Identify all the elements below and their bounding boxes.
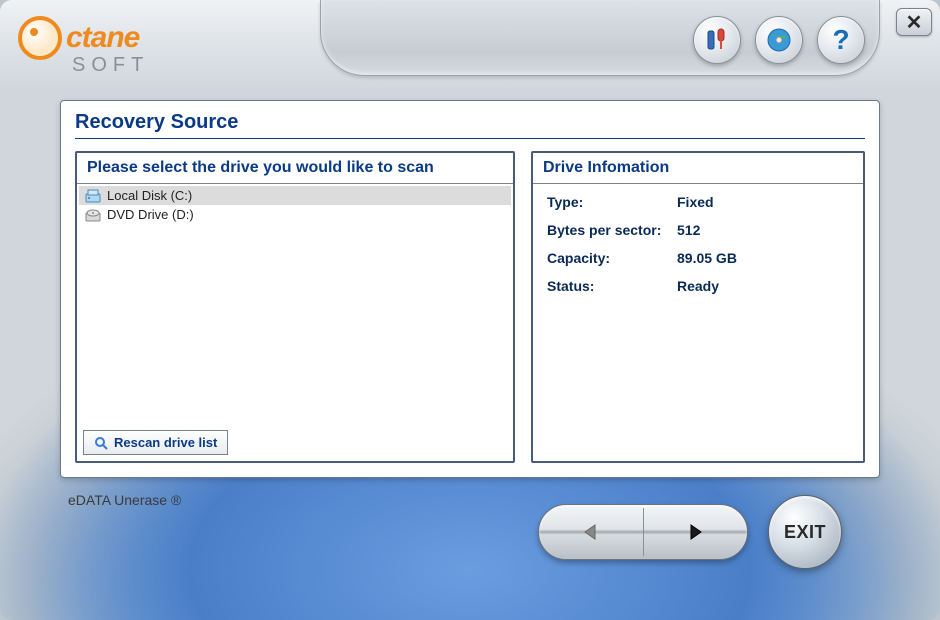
exit-label: EXIT bbox=[784, 522, 826, 543]
tools-button[interactable] bbox=[693, 16, 741, 64]
info-row-status: Status: Ready bbox=[547, 278, 849, 294]
info-panel-header: Drive Infomation bbox=[533, 153, 863, 184]
info-label: Status: bbox=[547, 278, 677, 294]
header-buttons: ? bbox=[693, 16, 865, 64]
help-icon: ? bbox=[832, 24, 849, 56]
drive-info-panel: Drive Infomation Type: Fixed Bytes per s… bbox=[531, 151, 865, 463]
drive-select-panel: Please select the drive you would like t… bbox=[75, 151, 515, 463]
hdd-icon bbox=[85, 189, 101, 203]
main-panel: Recovery Source Please select the drive … bbox=[60, 100, 880, 478]
exit-button[interactable]: EXIT bbox=[768, 495, 842, 569]
info-label: Bytes per sector: bbox=[547, 222, 677, 238]
arrow-right-icon bbox=[685, 522, 705, 542]
tools-icon bbox=[704, 27, 730, 53]
rescan-label: Rescan drive list bbox=[114, 435, 217, 450]
close-button[interactable]: ✕ bbox=[896, 8, 932, 36]
next-button[interactable] bbox=[644, 505, 748, 559]
info-value: Ready bbox=[677, 278, 719, 294]
close-icon: ✕ bbox=[906, 10, 923, 35]
app-logo: ctane SOFT bbox=[18, 16, 149, 77]
logo-mark-icon bbox=[18, 16, 62, 60]
info-value: 512 bbox=[677, 222, 700, 238]
nav-pill bbox=[538, 504, 748, 560]
help-button[interactable]: ? bbox=[817, 16, 865, 64]
drive-list: Local Disk (C:) DVD Drive (D:) bbox=[77, 184, 513, 226]
drive-panel-header: Please select the drive you would like t… bbox=[77, 153, 513, 184]
info-row-bytes: Bytes per sector: 512 bbox=[547, 222, 849, 238]
info-row-type: Type: Fixed bbox=[547, 194, 849, 210]
prev-button[interactable] bbox=[539, 505, 643, 559]
logo-word: ctane bbox=[66, 21, 139, 55]
drive-label: Local Disk (C:) bbox=[107, 188, 192, 203]
info-label: Capacity: bbox=[547, 250, 677, 266]
arrow-left-icon bbox=[581, 522, 601, 542]
header-bar: ctane SOFT ? bbox=[0, 0, 940, 90]
info-value: Fixed bbox=[677, 194, 714, 210]
drive-item-c[interactable]: Local Disk (C:) bbox=[79, 186, 511, 205]
logo-subtitle: SOFT bbox=[72, 54, 149, 77]
page-title: Recovery Source bbox=[61, 101, 879, 138]
magnifier-icon bbox=[94, 436, 108, 450]
world-disc-icon bbox=[765, 26, 793, 54]
rescan-button[interactable]: Rescan drive list bbox=[83, 430, 228, 455]
app-window: ctane SOFT ? bbox=[0, 0, 940, 620]
title-divider bbox=[75, 138, 865, 139]
info-row-capacity: Capacity: 89.05 GB bbox=[547, 250, 849, 266]
drive-item-d[interactable]: DVD Drive (D:) bbox=[79, 205, 511, 224]
info-value: 89.05 GB bbox=[677, 250, 737, 266]
info-label: Type: bbox=[547, 194, 677, 210]
drive-label: DVD Drive (D:) bbox=[107, 207, 194, 222]
product-label: eDATA Unerase ® bbox=[68, 492, 181, 508]
dvd-icon bbox=[85, 208, 101, 222]
globe-button[interactable] bbox=[755, 16, 803, 64]
